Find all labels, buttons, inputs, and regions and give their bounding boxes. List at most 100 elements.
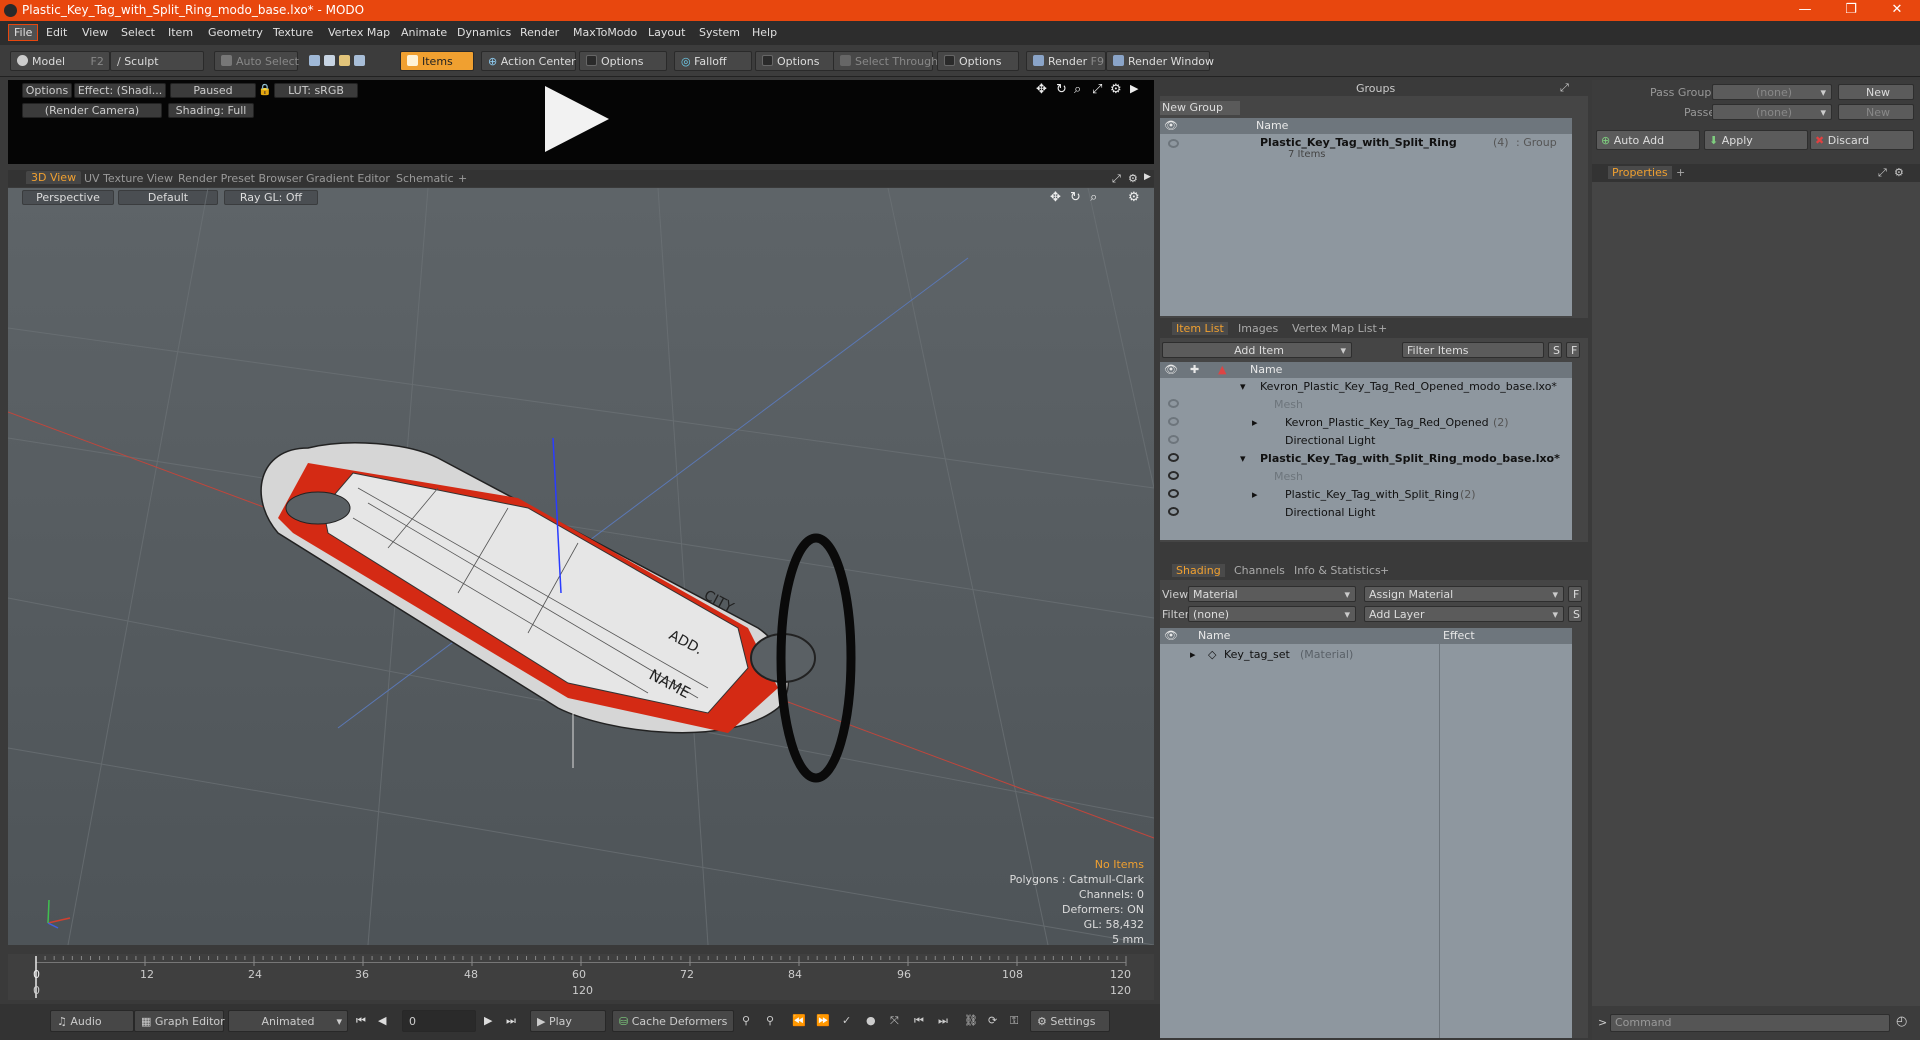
3d-viewport[interactable]: Perspective Default Ray GL: Off ✥ ↻ ⌕ ⚙ <box>8 188 1154 946</box>
pass-groups-dropdown[interactable]: (none) <box>1712 84 1832 100</box>
key-all-icon[interactable]: ⚲ <box>766 1014 774 1027</box>
menu-geometry[interactable]: Geometry <box>208 26 263 39</box>
menu-help[interactable]: Help <box>752 26 777 39</box>
effect-dropdown[interactable]: Effect: (Shadi... <box>74 83 166 98</box>
passes-dropdown[interactable]: (none) <box>1712 104 1832 120</box>
filter-dropdown[interactable]: (none) <box>1188 606 1356 622</box>
graph-editor-button[interactable]: ▦ Graph Editor <box>134 1010 225 1032</box>
list-item[interactable]: Mesh <box>1160 396 1572 414</box>
add-tab-button[interactable]: + <box>1676 166 1685 179</box>
tab-item-list[interactable]: Item List <box>1172 322 1228 335</box>
eye-icon[interactable] <box>1168 489 1179 498</box>
sculpt-button[interactable]: ∕ Sculpt <box>110 51 204 71</box>
command-history-icon[interactable]: ◴ <box>1896 1014 1907 1029</box>
preview-options-button[interactable]: Options <box>22 83 72 98</box>
lut-dropdown[interactable]: LUT: sRGB <box>274 83 358 98</box>
shader-row[interactable]: ▸ ◇ Key_tag_set (Material) <box>1160 646 1572 664</box>
expand-icon[interactable]: ▾ <box>1240 452 1246 465</box>
tab-render-preset-browser[interactable]: Render Preset Browser <box>178 172 303 185</box>
menu-dynamics[interactable]: Dynamics <box>457 26 511 39</box>
auto-select-button[interactable]: Auto Select <box>214 51 299 71</box>
menu-render[interactable]: Render <box>520 26 559 39</box>
expand-icon[interactable]: ▸ <box>1252 416 1258 429</box>
eye-icon[interactable] <box>1168 417 1179 426</box>
groups-list[interactable]: 👁 Name Plastic_Key_Tag_with_Split_Ring (… <box>1160 118 1572 316</box>
tab-shading[interactable]: Shading <box>1172 564 1225 577</box>
render-window-button[interactable]: Render Window <box>1106 51 1214 71</box>
eye-icon[interactable] <box>1168 399 1179 408</box>
list-item[interactable]: Directional Light <box>1160 504 1572 522</box>
item-list[interactable]: 👁 ✚ ▲ Name ▾ Kevron_Plastic_Key_Tag_Red_… <box>1160 362 1572 540</box>
menu-animate[interactable]: Animate <box>401 26 447 39</box>
action-center-button[interactable]: ⊕ Action Center <box>481 51 576 71</box>
list-item[interactable]: ▾ Plastic_Key_Tag_with_Split_Ring_modo_b… <box>1160 450 1572 468</box>
step-back-icon[interactable]: ◀ <box>378 1014 386 1027</box>
restore-icon[interactable]: ❐ <box>1828 0 1874 21</box>
timeline[interactable]: 0 12 24 36 48 60 72 84 96 108 120 0 120 … <box>8 954 1154 1000</box>
group-row[interactable]: Plastic_Key_Tag_with_Split_Ring (4) : Gr… <box>1160 136 1572 166</box>
play-button[interactable]: ▶ Play <box>530 1010 606 1032</box>
expand-icon[interactable]: ⤢ <box>1878 166 1887 180</box>
minimize-icon[interactable]: — <box>1782 0 1828 21</box>
next-key-icon[interactable]: ⏩ <box>816 1014 830 1027</box>
move-icon[interactable]: ✥ <box>1036 82 1047 97</box>
f-button[interactable]: F <box>1568 586 1582 602</box>
list-item[interactable]: ▾ Kevron_Plastic_Key_Tag_Red_Opened_modo… <box>1160 378 1572 396</box>
prev-key-icon[interactable]: ⏪ <box>792 1014 806 1027</box>
link-icon[interactable]: ⛓ <box>964 1014 978 1027</box>
menu-vertex-map[interactable]: Vertex Map <box>328 26 390 39</box>
model-button[interactable]: Model F2 <box>10 51 110 71</box>
menu-texture[interactable]: Texture <box>273 26 313 39</box>
rotate-icon[interactable]: ↻ <box>1056 82 1067 97</box>
list-item[interactable]: ▸ Kevron_Plastic_Key_Tag_Red_Opened (2) <box>1160 414 1572 432</box>
new-group-button[interactable]: New Group <box>1160 101 1240 115</box>
list-item[interactable]: Mesh <box>1160 468 1572 486</box>
tab-uv-texture-view[interactable]: UV Texture View <box>84 172 173 185</box>
expand-icon[interactable]: ⤢ <box>1112 172 1121 186</box>
list-item[interactable]: ▸ Plastic_Key_Tag_with_Split_Ring (2) <box>1160 486 1572 504</box>
add-item-dropdown[interactable]: Add Item <box>1162 342 1352 358</box>
tab-gradient-editor[interactable]: Gradient Editor <box>306 172 390 185</box>
list-item[interactable]: Directional Light <box>1160 432 1572 450</box>
sync-icon[interactable]: ⟳ <box>988 1014 997 1027</box>
expand-icon[interactable]: ⤢ <box>1560 81 1569 95</box>
assign-material-dropdown[interactable]: Assign Material <box>1364 586 1564 602</box>
tab-images[interactable]: Images <box>1238 322 1278 335</box>
discard-button[interactable]: ✖ Discard <box>1810 130 1914 150</box>
eye-icon[interactable] <box>1168 435 1179 444</box>
s-button[interactable]: S <box>1548 342 1562 358</box>
skip-start-icon[interactable]: ⏮ <box>356 1014 366 1028</box>
add-layer-dropdown[interactable]: Add Layer <box>1364 606 1564 622</box>
expand-icon[interactable]: ▸ <box>1252 488 1258 501</box>
eye-icon[interactable] <box>1168 507 1179 516</box>
view-dropdown[interactable]: Material <box>1188 586 1356 602</box>
tab-info-statistics[interactable]: Info & Statistics <box>1294 564 1381 577</box>
arrow-right-icon[interactable]: ▶ <box>1144 172 1151 182</box>
add-tab-button[interactable]: + <box>1378 322 1387 335</box>
key-toggle-icon[interactable]: ✓ <box>842 1014 851 1027</box>
add-tab-button[interactable]: + <box>458 172 467 185</box>
menu-view[interactable]: View <box>82 26 108 39</box>
menu-edit[interactable]: Edit <box>46 26 67 39</box>
command-input[interactable]: Command <box>1610 1014 1890 1032</box>
lock-icon[interactable]: 🔒 <box>258 83 272 96</box>
new-pass-group-button[interactable]: New <box>1838 84 1914 100</box>
eye-icon[interactable] <box>1168 139 1179 148</box>
apply-button[interactable]: ⬇ Apply <box>1704 130 1808 150</box>
gear-icon[interactable]: ⚙ <box>1128 172 1138 185</box>
menu-item[interactable]: Item <box>168 26 193 39</box>
frame-input[interactable]: 0 <box>402 1010 476 1032</box>
s-button[interactable]: S <box>1568 606 1582 622</box>
vertices-mode-icon[interactable] <box>309 55 320 66</box>
tab-channels[interactable]: Channels <box>1234 564 1285 577</box>
new-pass-button[interactable]: New <box>1838 104 1914 120</box>
record-icon[interactable]: ● <box>866 1014 876 1027</box>
materials-mode-icon[interactable] <box>354 55 365 66</box>
key-icon[interactable]: ⚲ <box>742 1014 750 1027</box>
menu-layout[interactable]: Layout <box>648 26 685 39</box>
close-icon[interactable]: ✕ <box>1874 0 1920 21</box>
items-mode-button[interactable]: Items <box>400 51 474 71</box>
tab-vertex-map-list[interactable]: Vertex Map List <box>1292 322 1377 335</box>
camera-dropdown[interactable]: (Render Camera) <box>22 103 162 118</box>
tab-3d-view[interactable]: 3D View <box>26 171 82 184</box>
